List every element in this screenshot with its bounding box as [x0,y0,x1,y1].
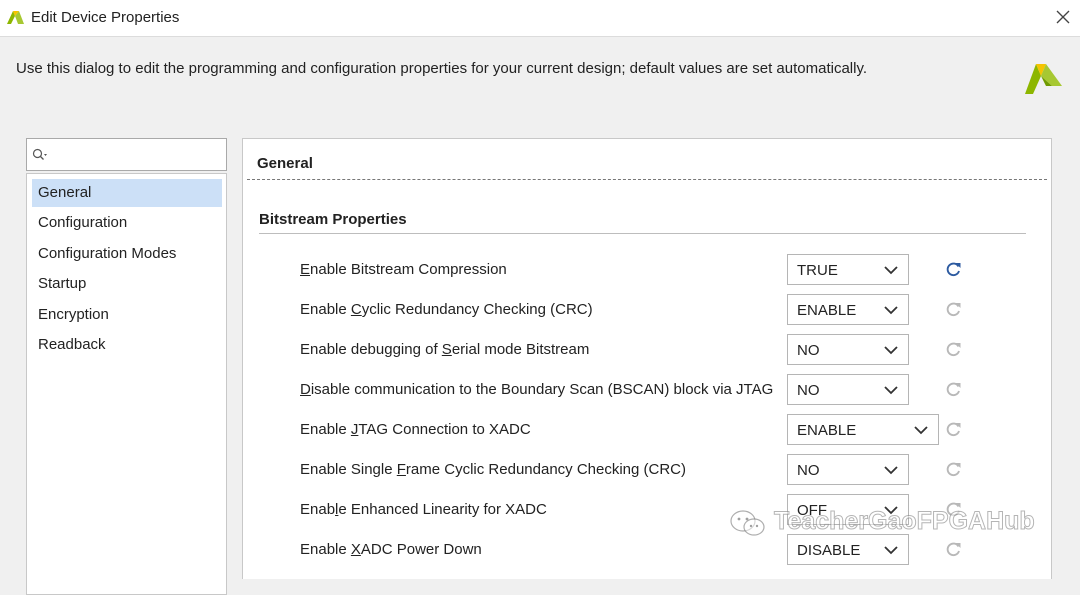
dropdown-value: ENABLE [797,302,857,319]
nav-item-readback[interactable]: Readback [32,331,222,359]
chevron-down-icon [884,346,898,355]
label-text: Enab [300,501,336,518]
search-input[interactable] [26,138,227,171]
label-text: e Enhanced Linearity for XADC [338,501,547,518]
dropdown-value: ENABLE [797,422,857,439]
nav-item-encryption[interactable]: Encryption [32,301,222,329]
dialog-description: Use this dialog to edit the programming … [16,60,868,77]
subsection-title: Bitstream Properties [259,211,407,228]
xilinx-logo-icon [1025,64,1062,94]
property-dropdown[interactable]: NO [787,334,909,365]
property-label: Enable Bitstream Compression [300,261,507,278]
reset-default-icon [946,462,961,477]
mnemonic-letter: F [396,461,406,478]
vivado-app-icon [7,11,24,24]
property-label: Enable debugging of Serial mode Bitstrea… [300,341,589,358]
property-label: Enable JTAG Connection to XADC [300,421,531,438]
dropdown-value: NO [797,382,820,399]
label-text: ADC Power Down [360,541,482,558]
property-dropdown[interactable]: OFF [787,494,909,525]
label-text: isable communication to the Boundary Sca… [310,381,774,398]
property-dropdown[interactable]: NO [787,454,909,485]
title-bar: Edit Device Properties [0,0,1080,37]
dropdown-value: NO [797,462,820,479]
chevron-down-icon [884,306,898,315]
property-label: Disable communication to the Boundary Sc… [300,381,773,398]
label-text: Enable [300,541,351,558]
chevron-down-icon [884,506,898,515]
reset-default-icon [946,542,961,557]
properties-panel: General Bitstream Properties Enable Bits… [242,138,1052,579]
chevron-down-icon [884,466,898,475]
property-label: Enable Cyclic Redundancy Checking (CRC) [300,301,593,318]
chevron-down-icon [914,426,928,435]
label-text: Enable [300,421,351,438]
chevron-down-icon [884,266,898,275]
section-title: General [257,155,313,172]
nav-item-configuration[interactable]: Configuration [32,209,222,237]
property-dropdown[interactable]: TRUE [787,254,909,285]
mnemonic-letter: X [350,541,361,558]
mnemonic-letter: D [300,381,311,398]
property-label: Enable XADC Power Down [300,541,482,558]
window-title: Edit Device Properties [31,9,180,26]
dropdown-value: NO [797,342,820,359]
property-dropdown[interactable]: NO [787,374,909,405]
label-text: yclic Redundancy Checking (CRC) [361,301,593,318]
dropdown-value: TRUE [797,262,838,279]
chevron-down-icon [884,386,898,395]
subsection-divider [259,233,1026,234]
mnemonic-letter: C [350,301,362,318]
property-label: Enable Enhanced Linearity for XADC [300,501,547,518]
reset-default-icon [946,302,961,317]
dropdown-value: DISABLE [797,542,861,559]
reset-default-icon[interactable] [945,261,962,278]
label-text: rame Cyclic Redundancy Checking (CRC) [405,461,687,478]
category-list: General Configuration Configuration Modes S… [26,173,227,595]
property-dropdown[interactable]: ENABLE [787,414,939,445]
dropdown-value: OFF [797,502,827,519]
chevron-down-icon [884,546,898,555]
nav-item-startup[interactable]: Startup [32,270,222,298]
label-text: erial mode Bitstream [451,341,590,358]
mnemonic-letter: S [441,341,452,358]
section-divider [247,179,1047,180]
property-label: Enable Single Frame Cyclic Redundancy Ch… [300,461,686,478]
nav-item-general[interactable]: General [32,179,222,207]
reset-default-icon [946,342,961,357]
search-icon [32,148,47,160]
category-panel: General Configuration Configuration Modes S… [26,138,227,595]
label-text: nable Bitstream Compression [310,261,507,278]
property-dropdown[interactable]: ENABLE [787,294,909,325]
label-text: TAG Connection to XADC [358,421,531,438]
label-text: Enable debugging of [300,341,442,358]
label-text: Enable [300,301,351,318]
mnemonic-letter: E [300,261,311,278]
label-text: Enable Single [300,461,397,478]
reset-default-icon [946,502,961,517]
nav-item-configuration-modes[interactable]: Configuration Modes [32,240,222,268]
reset-default-icon [946,382,961,397]
property-dropdown[interactable]: DISABLE [787,534,909,565]
reset-default-icon [946,422,961,437]
close-icon[interactable] [1052,6,1074,28]
